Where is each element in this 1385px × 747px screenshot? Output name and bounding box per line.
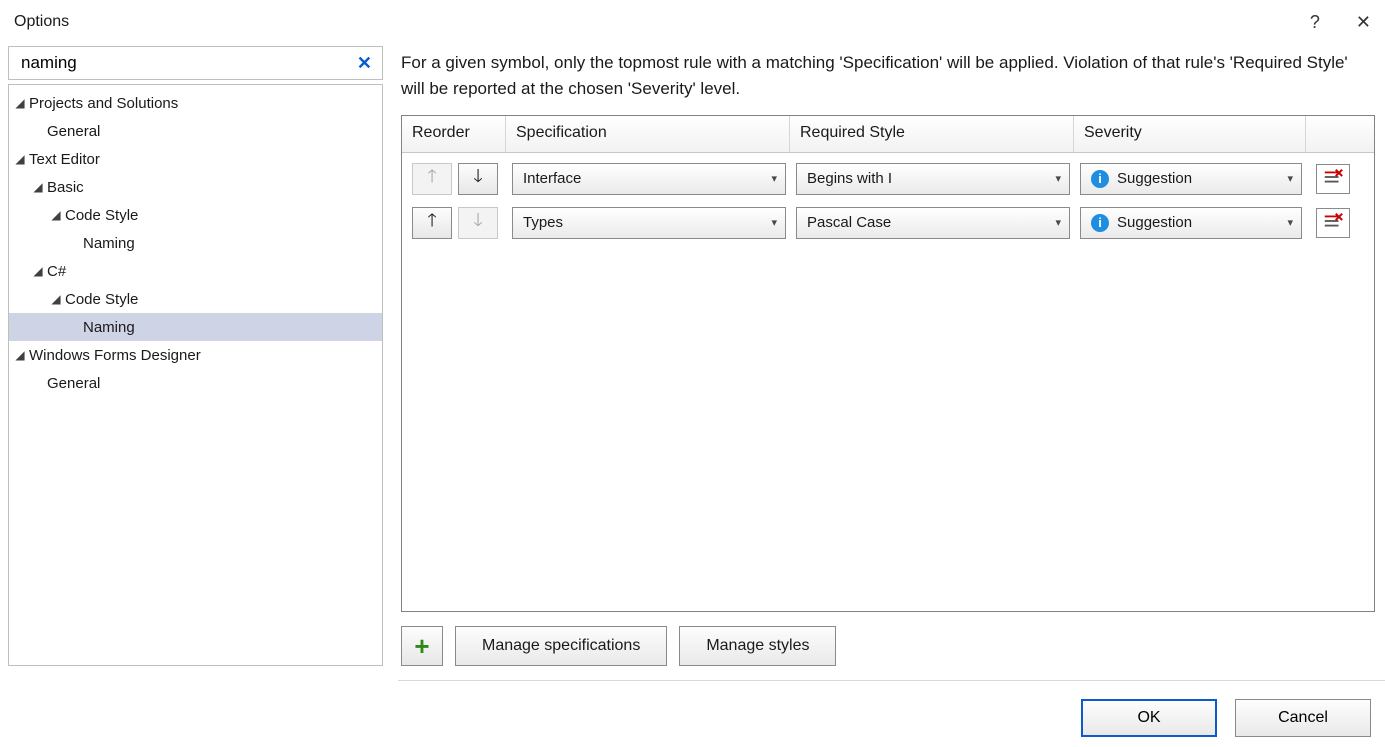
search-input[interactable] xyxy=(19,52,355,74)
tree-item-label: General xyxy=(47,123,100,140)
move-up-button[interactable]: 🡑 xyxy=(412,207,452,239)
required-style-dropdown-value: Pascal Case xyxy=(807,214,891,231)
info-icon: i xyxy=(1091,214,1109,232)
tree-item-label: Projects and Solutions xyxy=(29,95,178,112)
tree-item-label: Code Style xyxy=(65,291,138,308)
tree-item-label: Windows Forms Designer xyxy=(29,347,201,364)
tree-item[interactable]: ◢Windows Forms Designer xyxy=(9,341,382,369)
col-actions xyxy=(1306,116,1362,152)
manage-styles-button[interactable]: Manage styles xyxy=(679,626,836,666)
chevron-down-icon: ▾ xyxy=(1055,172,1061,185)
tree-item[interactable]: ◢Basic xyxy=(9,173,382,201)
col-severity: Severity xyxy=(1074,116,1306,152)
required-style-dropdown[interactable]: Pascal Case ▾ xyxy=(796,207,1070,239)
move-down-button: 🡓 xyxy=(458,207,498,239)
chevron-down-icon: ▾ xyxy=(771,216,777,229)
chevron-down-icon: ▾ xyxy=(771,172,777,185)
options-tree[interactable]: ◢Projects and SolutionsGeneral◢Text Edit… xyxy=(8,84,383,666)
delete-rule-button[interactable] xyxy=(1316,208,1350,238)
specification-dropdown-value: Interface xyxy=(523,170,581,187)
options-main-panel: For a given symbol, only the topmost rul… xyxy=(401,46,1385,666)
delete-icon xyxy=(1322,167,1344,191)
arrow-down-icon: 🡓 xyxy=(473,208,482,238)
severity-dropdown-value: Suggestion xyxy=(1117,214,1192,231)
panel-description: For a given symbol, only the topmost rul… xyxy=(401,50,1375,103)
info-icon: i xyxy=(1091,170,1109,188)
rule-row: 🡑🡓Interface▾Begins with I▾iSuggestion▾ xyxy=(408,157,1368,201)
delete-icon xyxy=(1322,211,1344,235)
cancel-button[interactable]: Cancel xyxy=(1235,699,1371,737)
move-up-button: 🡑 xyxy=(412,163,452,195)
rule-row: 🡑🡓Types▾Pascal Case▾iSuggestion▾ xyxy=(408,201,1368,245)
col-specification: Specification xyxy=(506,116,790,152)
specification-dropdown[interactable]: Interface ▾ xyxy=(512,163,786,195)
chevron-down-icon: ▾ xyxy=(1287,216,1293,229)
arrow-up-icon: 🡑 xyxy=(427,208,436,238)
move-down-button[interactable]: 🡓 xyxy=(458,163,498,195)
tree-item-label: General xyxy=(47,375,100,392)
tree-item[interactable]: ◢Code Style xyxy=(9,285,382,313)
severity-dropdown[interactable]: i Suggestion ▾ xyxy=(1080,207,1302,239)
chevron-down-icon: ▾ xyxy=(1055,216,1061,229)
window-controls: ? ✕ xyxy=(1310,12,1371,33)
tree-item-label: Code Style xyxy=(65,207,138,224)
required-style-dropdown-value: Begins with I xyxy=(807,170,892,187)
dialog-buttons: OK Cancel xyxy=(0,681,1385,737)
grid-footer: + Manage specifications Manage styles xyxy=(401,626,1375,666)
required-style-dropdown[interactable]: Begins with I ▾ xyxy=(796,163,1070,195)
tree-item[interactable]: General xyxy=(9,117,382,145)
add-rule-button[interactable]: + xyxy=(401,626,443,666)
window-title: Options xyxy=(14,13,69,31)
search-box[interactable]: ✕ xyxy=(8,46,383,80)
tree-item[interactable]: ◢Code Style xyxy=(9,201,382,229)
collapse-icon[interactable]: ◢ xyxy=(31,264,45,278)
collapse-icon[interactable]: ◢ xyxy=(13,152,27,166)
options-sidebar: ✕ ◢Projects and SolutionsGeneral◢Text Ed… xyxy=(8,46,383,666)
collapse-icon[interactable]: ◢ xyxy=(49,292,63,306)
naming-rules-grid: Reorder Specification Required Style Sev… xyxy=(401,115,1375,612)
tree-item-label: Naming xyxy=(83,235,135,252)
clear-search-icon[interactable]: ✕ xyxy=(355,53,374,74)
tree-item[interactable]: ◢Text Editor xyxy=(9,145,382,173)
tree-item[interactable]: General xyxy=(9,369,382,397)
collapse-icon[interactable]: ◢ xyxy=(13,348,27,362)
chevron-down-icon: ▾ xyxy=(1287,172,1293,185)
tree-item-label: Text Editor xyxy=(29,151,100,168)
collapse-icon[interactable]: ◢ xyxy=(13,96,27,110)
titlebar: Options ? ✕ xyxy=(0,0,1385,46)
arrow-down-icon: 🡓 xyxy=(473,164,482,194)
close-icon[interactable]: ✕ xyxy=(1356,12,1371,33)
tree-item[interactable]: Naming xyxy=(9,313,382,341)
tree-item-label: Naming xyxy=(83,319,135,336)
tree-item[interactable]: ◢C# xyxy=(9,257,382,285)
manage-specifications-button[interactable]: Manage specifications xyxy=(455,626,667,666)
reorder-cell: 🡑🡓 xyxy=(408,163,512,195)
tree-item[interactable]: ◢Projects and Solutions xyxy=(9,89,382,117)
ok-button[interactable]: OK xyxy=(1081,699,1217,737)
col-reorder: Reorder xyxy=(402,116,506,152)
tree-item-label: C# xyxy=(47,263,66,280)
severity-dropdown-value: Suggestion xyxy=(1117,170,1192,187)
specification-dropdown[interactable]: Types ▾ xyxy=(512,207,786,239)
arrow-up-icon: 🡑 xyxy=(427,164,436,194)
grid-header: Reorder Specification Required Style Sev… xyxy=(402,116,1374,153)
delete-rule-button[interactable] xyxy=(1316,164,1350,194)
tree-item[interactable]: Naming xyxy=(9,229,382,257)
plus-icon: + xyxy=(414,633,429,659)
tree-item-label: Basic xyxy=(47,179,84,196)
collapse-icon[interactable]: ◢ xyxy=(49,208,63,222)
severity-dropdown[interactable]: i Suggestion ▾ xyxy=(1080,163,1302,195)
specification-dropdown-value: Types xyxy=(523,214,563,231)
col-required-style: Required Style xyxy=(790,116,1074,152)
reorder-cell: 🡑🡓 xyxy=(408,207,512,239)
collapse-icon[interactable]: ◢ xyxy=(31,180,45,194)
help-icon[interactable]: ? xyxy=(1310,12,1320,33)
